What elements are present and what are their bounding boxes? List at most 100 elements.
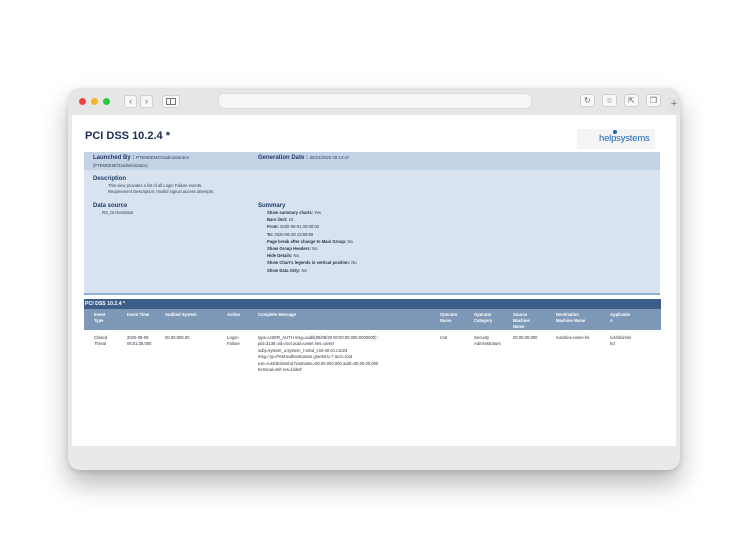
new-tab-button[interactable]: +	[668, 98, 680, 112]
minimize-window-button[interactable]	[91, 98, 98, 105]
summary-item: Page break after change to Main Group: N…	[267, 238, 357, 245]
tabs-overview-button[interactable]: ❐	[646, 94, 661, 107]
cell-line: root	[440, 335, 448, 340]
cell-application: /usr/sbin/ss hd	[610, 335, 631, 348]
summary-value: No	[347, 238, 353, 244]
back-button[interactable]: ‹	[124, 95, 137, 108]
summary-value: No	[312, 246, 318, 252]
summary-item: Show Group Headers: No	[267, 245, 357, 252]
summary-list: Show summary charts: Yes Bars limit: 10 …	[267, 209, 357, 274]
browser-titlebar: ‹ › ↻ ☆ ⇱ ❐	[68, 88, 680, 115]
launched-by-value: PTEMDEMO1\administrator	[136, 155, 190, 160]
reload-button[interactable]: ↻	[580, 94, 595, 107]
table-section-title: PCI DSS 10.2.4 *	[84, 299, 661, 309]
header-destination-machine[interactable]: Destination Machine Name	[556, 312, 585, 324]
cell-operator-category: Security Administrators	[474, 335, 501, 348]
report-parameters-panel: Launched By : PTEMDEMO1\administrator (P…	[84, 152, 660, 295]
summary-key: To:	[267, 231, 274, 237]
star-icon: ☆	[605, 95, 614, 105]
header-operator-name[interactable]: Operator Name	[440, 312, 458, 324]
header-line: Name	[513, 324, 525, 329]
summary-key: Show Group Headers:	[267, 246, 311, 252]
launched-by: Launched By : PTEMDEMO1\administrator	[93, 155, 189, 161]
launched-by-label: Launched By :	[93, 155, 135, 161]
sidebar-icon	[166, 98, 176, 105]
header-action[interactable]: Action	[227, 312, 240, 318]
header-line: Action	[227, 312, 241, 317]
cell-line: Threat	[94, 341, 107, 347]
logo-text: helpsystems	[599, 133, 650, 144]
description-line-2: Requirement Description: Invalid logical…	[108, 189, 215, 194]
header-event-time[interactable]: Event Time	[127, 312, 149, 318]
cell-audited-system: 00.00.000.00	[165, 335, 189, 341]
cell-destination-machine: machine-name.hs	[556, 335, 589, 341]
generation-date-value: 06/23/2020 09:14:47	[309, 155, 350, 160]
summary-value: 2020-06-01 00:00:00	[280, 224, 319, 230]
summary-key: Hide Details:	[267, 253, 293, 259]
header-source-machine[interactable]: Source Machine Name	[513, 312, 530, 330]
header-line: Machine Name	[556, 318, 586, 323]
header-line: Complete Message	[258, 312, 296, 317]
summary-item: Bars limit: 10	[267, 216, 357, 223]
cell-event-time: 2020-06-09 06:51:36.000	[127, 335, 151, 348]
sidebar-toggle-button[interactable]	[162, 95, 180, 108]
summary-item: From: 2020-06-01 00:00:00	[267, 223, 357, 230]
header-line: Event Time	[127, 312, 150, 317]
share-icon: ⇱	[628, 95, 635, 105]
cell-line: 00.00.00.000	[513, 335, 538, 340]
launched-by-value-2: (PTEMDEMO1\administrator)	[93, 163, 148, 168]
report-page: PCI DSS 10.2.4 * helpsystems Launched By…	[72, 115, 676, 446]
header-application[interactable]: Applicatio n	[610, 312, 630, 324]
summary-key: Show Data Only:	[267, 267, 301, 273]
cell-line: 00.00.000.00	[165, 335, 190, 340]
close-window-button[interactable]	[79, 98, 86, 105]
header-line: Category	[474, 318, 493, 323]
page-title: PCI DSS 10.2.4 *	[85, 130, 170, 142]
summary-key: Bars limit:	[267, 217, 288, 223]
cell-operator-name: root	[440, 335, 447, 341]
header-operator-category[interactable]: Operator Category	[474, 312, 492, 324]
summary-item: Hide Details: No	[267, 252, 357, 259]
cell-line: Administrators	[474, 341, 501, 347]
forward-button[interactable]: ›	[140, 95, 153, 108]
summary-key: Show Chart's legends in vertical positio…	[267, 260, 351, 266]
header-line: Type	[94, 318, 104, 323]
chevron-right-icon: ›	[145, 96, 148, 106]
header-complete-message[interactable]: Complete Message	[258, 312, 296, 318]
address-bar[interactable]	[218, 93, 532, 109]
browser-window: ‹ › ↻ ☆ ⇱ ❐ PCI DSS 10.2.4 * helpsystems…	[68, 88, 680, 470]
data-source-value: RS_Orchestrator	[102, 210, 134, 215]
cell-complete-message: type=USER_AUTH msg=audit(06/09/20 00:00:…	[258, 335, 379, 373]
header-line: n	[610, 318, 613, 323]
reload-icon: ↻	[584, 95, 591, 105]
summary-value: No	[351, 260, 357, 266]
window-controls	[79, 98, 110, 105]
header-event-type[interactable]: Event Type	[94, 312, 105, 324]
bookmark-button[interactable]: ☆	[602, 94, 617, 107]
plus-icon: +	[670, 98, 678, 110]
cell-line: terminal=ssh res=failed'	[258, 367, 303, 373]
summary-value: No	[293, 253, 299, 259]
summary-item: Show Chart's legends in vertical positio…	[267, 259, 357, 266]
cell-event-type: Closed Threat	[94, 335, 107, 348]
summary-key: From:	[267, 224, 279, 230]
chevron-left-icon: ‹	[129, 96, 132, 106]
logo-mark-icon	[613, 130, 617, 134]
helpsystems-logo: helpsystems	[577, 129, 655, 149]
share-button[interactable]: ⇱	[624, 94, 639, 107]
summary-key: Show summary charts:	[267, 210, 314, 215]
cell-line: Failure	[227, 341, 240, 347]
summary-value: No	[301, 267, 307, 273]
header-audited-system[interactable]: Audited System	[165, 312, 197, 318]
summary-item: Show Data Only: No	[267, 267, 357, 274]
tabs-icon: ❐	[649, 95, 658, 105]
zoom-window-button[interactable]	[103, 98, 110, 105]
cell-line: 06:51:36.000	[127, 341, 152, 347]
parameters-divider	[84, 293, 660, 295]
cell-action: Logon Failure	[227, 335, 240, 348]
cell-line: hd	[610, 341, 615, 347]
summary-value: Yes	[314, 210, 322, 215]
summary-item: Show summary charts: Yes	[267, 209, 357, 216]
cell-source-machine: 00.00.00.000	[513, 335, 537, 341]
header-line: Name	[440, 318, 452, 323]
